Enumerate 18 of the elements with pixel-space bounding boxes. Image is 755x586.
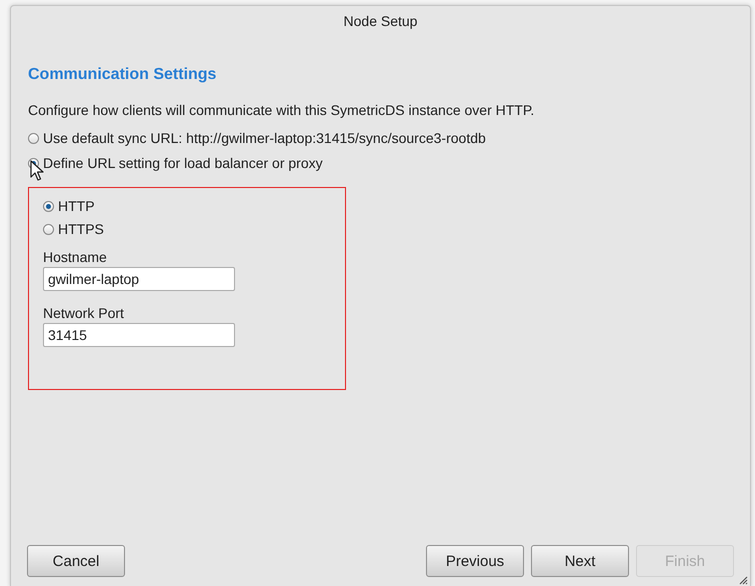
field-label: Network Port: [43, 305, 125, 321]
mouse-pointer-icon: [30, 160, 44, 182]
dialog-button[interactable]: Previous: [426, 545, 524, 577]
input-field[interactable]: gwilmer-laptop: [43, 267, 235, 291]
description-text: Configure how clients will communicate with this SymetricDS instance over HTTP.: [28, 102, 536, 118]
section-heading: Communication Settings: [28, 66, 218, 84]
window-title: Node Setup: [344, 13, 418, 29]
field-label: Hostname: [43, 249, 108, 265]
input-field[interactable]: 31415: [43, 323, 235, 347]
radio-option[interactable]: Use default sync URL: http://gwilmer-laptop:31415/sync/source3-rootdb: [28, 130, 486, 146]
resize-grip-icon[interactable]: [739, 576, 748, 585]
radio-button[interactable]: [43, 200, 54, 212]
dialog-button[interactable]: Cancel: [27, 545, 125, 577]
dialog-button[interactable]: Next: [531, 545, 629, 577]
radio-button[interactable]: [28, 132, 39, 144]
radio-option[interactable]: HTTPS: [43, 221, 104, 237]
radio-option[interactable]: HTTP: [43, 198, 95, 214]
radio-button[interactable]: [43, 224, 54, 234]
